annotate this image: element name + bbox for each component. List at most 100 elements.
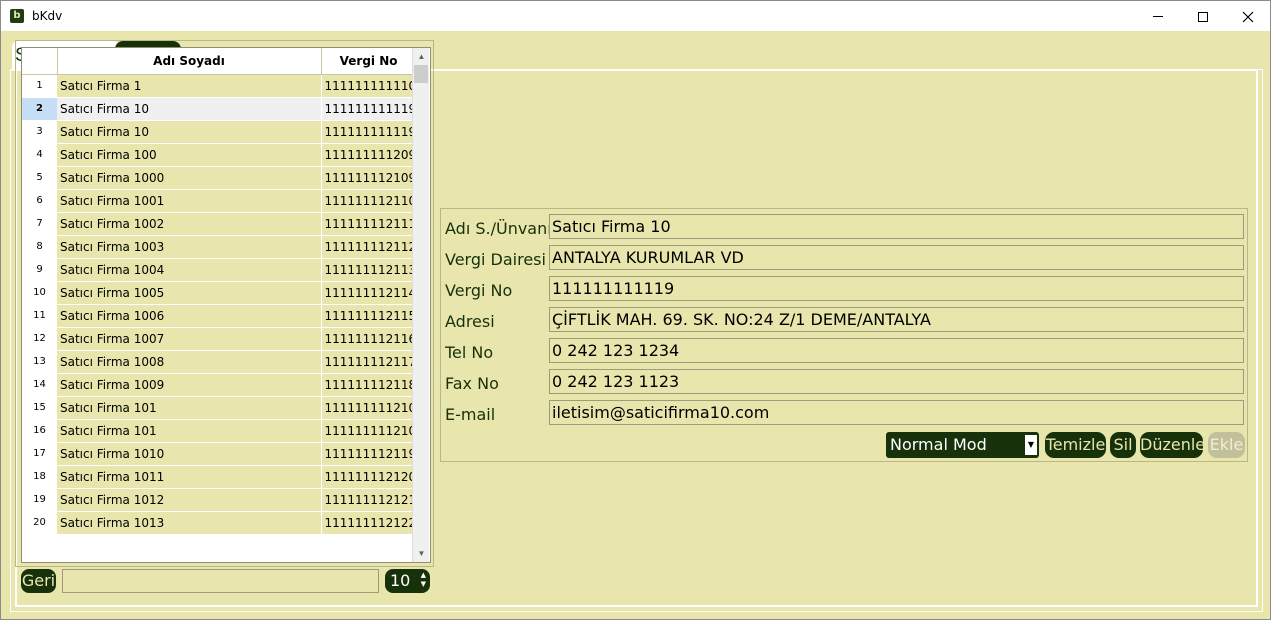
close-button[interactable]	[1225, 1, 1271, 32]
grid-scrollbar[interactable]: ▲ ▼	[412, 48, 429, 562]
table-row[interactable]: 19 Satıcı Firma 1012 111111112121	[22, 488, 417, 512]
cell-name[interactable]: Satıcı Firma 1012	[57, 488, 322, 512]
cell-vergi-no[interactable]: 111111112115	[321, 304, 417, 328]
close-icon	[1242, 11, 1254, 22]
table-row[interactable]: 3 Satıcı Firma 10 111111111119	[22, 120, 417, 144]
row-number: 20	[22, 511, 57, 535]
cell-name[interactable]: Satıcı Firma 1010	[57, 442, 322, 466]
scroll-down-icon[interactable]: ▼	[413, 545, 430, 562]
table-row[interactable]: 18 Satıcı Firma 1011 111111112120	[22, 465, 417, 489]
cell-name[interactable]: Satıcı Firma 1002	[57, 212, 322, 236]
cell-name[interactable]: Satıcı Firma 1003	[57, 235, 322, 259]
cell-name[interactable]: Satıcı Firma 101	[57, 419, 322, 443]
input-vergi-no[interactable]: 111111111119	[549, 276, 1244, 301]
mode-select[interactable]: Normal Mod ▼	[886, 432, 1039, 458]
input-vergi-dairesi[interactable]: ANTALYA KURUMLAR VD	[549, 245, 1244, 270]
add-button[interactable]: Ekle	[1208, 432, 1245, 458]
table-row[interactable]: 15 Satıcı Firma 101 111111111210	[22, 396, 417, 420]
cell-vergi-no[interactable]: 111111112110	[321, 189, 417, 213]
table-row[interactable]: 2 Satıcı Firma 10 111111111119	[22, 97, 417, 121]
table-row[interactable]: 6 Satıcı Firma 1001 111111112110	[22, 189, 417, 213]
row-number: 4	[22, 143, 57, 167]
cell-vergi-no[interactable]: 111111112113	[321, 258, 417, 282]
cell-vergi-no[interactable]: 111111111119	[321, 120, 417, 144]
pager-input[interactable]	[62, 569, 379, 593]
back-button[interactable]: Geri	[21, 569, 56, 593]
cell-name[interactable]: Satıcı Firma 1004	[57, 258, 322, 282]
app-icon: b	[10, 9, 24, 23]
table-row[interactable]: 20 Satıcı Firma 1013 111111112122	[22, 511, 417, 535]
row-number: 15	[22, 396, 57, 420]
table-row[interactable]: 10 Satıcı Firma 1005 111111112114	[22, 281, 417, 305]
table-row[interactable]: 16 Satıcı Firma 101 111111111210	[22, 419, 417, 443]
cell-name[interactable]: Satıcı Firma 1006	[57, 304, 322, 328]
table-row[interactable]: 7 Satıcı Firma 1002 111111112111	[22, 212, 417, 236]
cell-name[interactable]: Satıcı Firma 1001	[57, 189, 322, 213]
cell-name[interactable]: Satıcı Firma 10	[57, 97, 322, 121]
table-row[interactable]: 8 Satıcı Firma 1003 111111112112	[22, 235, 417, 259]
cell-vergi-no[interactable]: 111111111210	[321, 419, 417, 443]
table-row[interactable]: 1 Satıcı Firma 1 111111111110	[22, 74, 417, 98]
row-number: 14	[22, 373, 57, 397]
table-row[interactable]: 13 Satıcı Firma 1008 111111112117	[22, 350, 417, 374]
maximize-button[interactable]	[1180, 1, 1226, 32]
row-number: 5	[22, 166, 57, 190]
cell-name[interactable]: Satıcı Firma 1009	[57, 373, 322, 397]
input-tel[interactable]: 0 242 123 1234	[549, 338, 1244, 363]
maximize-icon	[1198, 11, 1208, 22]
cell-vergi-no[interactable]: 111111112117	[321, 350, 417, 374]
cell-vergi-no[interactable]: 111111111209	[321, 143, 417, 167]
row-number: 11	[22, 304, 57, 328]
cell-vergi-no[interactable]: 111111112122	[321, 511, 417, 535]
cell-name[interactable]: Satıcı Firma 101	[57, 396, 322, 420]
column-header-name[interactable]: Adı Soyadı	[57, 48, 322, 75]
cell-name[interactable]: Satıcı Firma 1007	[57, 327, 322, 351]
cell-vergi-no[interactable]: 111111112121	[321, 488, 417, 512]
table-row[interactable]: 11 Satıcı Firma 1006 111111112115	[22, 304, 417, 328]
input-email[interactable]: iletisim@saticifirma10.com	[549, 400, 1244, 425]
cell-vergi-no[interactable]: 111111111119	[321, 97, 417, 121]
edit-button[interactable]: Düzenle	[1140, 432, 1205, 458]
input-fax[interactable]: 0 242 123 1123	[549, 369, 1244, 394]
cell-vergi-no[interactable]: 111111112114	[321, 281, 417, 305]
column-header-vergi-no[interactable]: Vergi No	[321, 48, 417, 75]
cell-vergi-no[interactable]: 111111112116	[321, 327, 417, 351]
clear-button[interactable]: Temizle	[1045, 432, 1106, 458]
cell-vergi-no[interactable]: 111111112112	[321, 235, 417, 259]
input-adres[interactable]: ÇİFTLİK MAH. 69. SK. NO:24 Z/1 DEME/ANTA…	[549, 307, 1244, 332]
cell-name[interactable]: Satıcı Firma 1013	[57, 511, 322, 535]
delete-button[interactable]: Sil	[1110, 432, 1136, 458]
firm-grid[interactable]: Adı Soyadı Vergi No 1 Satıcı Firma 1 11111…	[21, 47, 431, 563]
cell-vergi-no[interactable]: 111111111110	[321, 74, 417, 98]
spinner-arrows-icon[interactable]: ▲ ▼	[421, 571, 426, 589]
cell-name[interactable]: Satıcı Firma 100	[57, 143, 322, 167]
scroll-thumb[interactable]	[414, 65, 428, 83]
input-unvan[interactable]: Satıcı Firma 10	[549, 214, 1244, 239]
cell-vergi-no[interactable]: 111111112118	[321, 373, 417, 397]
table-row[interactable]: 17 Satıcı Firma 1010 111111112119	[22, 442, 417, 466]
table-row[interactable]: 12 Satıcı Firma 1007 111111112116	[22, 327, 417, 351]
cell-vergi-no[interactable]: 111111112109	[321, 166, 417, 190]
scroll-up-icon[interactable]: ▲	[413, 48, 430, 65]
table-row[interactable]: 5 Satıcı Firma 1000 111111112109	[22, 166, 417, 190]
label-unvan: Adı S./Ünvanı	[445, 219, 552, 238]
cell-vergi-no[interactable]: 111111112111	[321, 212, 417, 236]
cell-name[interactable]: Satıcı Firma 1011	[57, 465, 322, 489]
cell-vergi-no[interactable]: 111111111210	[321, 396, 417, 420]
cell-vergi-no[interactable]: 111111112120	[321, 465, 417, 489]
table-row[interactable]: 14 Satıcı Firma 1009 111111112118	[22, 373, 417, 397]
table-row[interactable]: 9 Satıcı Firma 1004 111111112113	[22, 258, 417, 282]
minimize-button[interactable]	[1135, 1, 1181, 32]
cell-name[interactable]: Satıcı Firma 1008	[57, 350, 322, 374]
row-header-corner	[22, 48, 58, 75]
chevron-down-icon[interactable]: ▼	[1025, 435, 1037, 455]
cell-vergi-no[interactable]: 111111112119	[321, 442, 417, 466]
cell-name[interactable]: Satıcı Firma 1000	[57, 166, 322, 190]
cell-name[interactable]: Satıcı Firma 1	[57, 74, 322, 98]
row-number: 10	[22, 281, 57, 305]
cell-name[interactable]: Satıcı Firma 1005	[57, 281, 322, 305]
row-number: 1	[22, 74, 57, 98]
cell-name[interactable]: Satıcı Firma 10	[57, 120, 322, 144]
table-row[interactable]: 4 Satıcı Firma 100 111111111209	[22, 143, 417, 167]
page-size-spinner[interactable]: 10 ▲ ▼	[385, 569, 430, 593]
